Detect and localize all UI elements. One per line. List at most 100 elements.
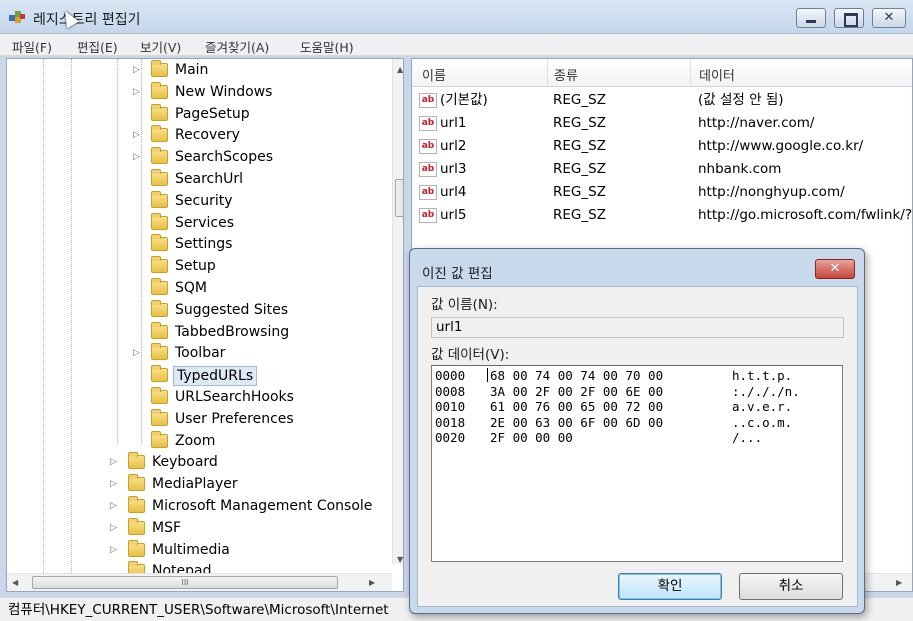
- value-data: nhbank.com: [698, 161, 782, 177]
- scroll-grip-icon: III: [181, 578, 189, 587]
- tree-item[interactable]: TabbedBrowsing: [7, 321, 387, 343]
- menu-file[interactable]: 파일(F): [12, 37, 52, 56]
- expand-arrow-icon[interactable]: ▷: [110, 539, 117, 561]
- expand-arrow-icon[interactable]: ▷: [110, 451, 117, 473]
- list-row[interactable]: ab url4 REG_SZ http://nonghyup.com/: [412, 181, 912, 204]
- tree-item-label: SearchUrl: [175, 171, 243, 187]
- tree-item-label: Suggested Sites: [175, 301, 289, 318]
- tree-item[interactable]: ▷ New Windows: [7, 81, 387, 103]
- menu-bar: 파일(F) 편집(E) 보기(V) 즐겨찾기(A) 도움말(H): [0, 34, 913, 56]
- tree-item[interactable]: ▷ Main: [7, 59, 387, 81]
- tree-item[interactable]: ▷ Keyboard: [7, 451, 387, 473]
- column-data[interactable]: 데이터: [699, 65, 735, 84]
- tree-item[interactable]: PageSetup: [7, 103, 387, 125]
- value-data: http://go.microsoft.com/fwlink/?: [698, 207, 912, 223]
- tree-item-label: Microsoft Management Console: [152, 498, 373, 514]
- tree-item[interactable]: ▷ Multimedia: [7, 539, 387, 561]
- hex-bytes: 2E 00 63 00 6F 00 6D 00: [490, 414, 664, 430]
- value-type: REG_SZ: [553, 92, 606, 108]
- tree-hscroll-thumb[interactable]: III: [32, 576, 338, 589]
- list-row[interactable]: ab url2 REG_SZ http://www.google.co.kr/: [412, 135, 912, 158]
- scroll-down-icon[interactable]: ▼: [397, 555, 403, 564]
- folder-icon: [151, 408, 168, 426]
- folder-icon: [151, 430, 168, 448]
- scroll-right-icon[interactable]: ▶: [896, 578, 902, 587]
- hex-editor[interactable]: 0000 68 00 74 00 74 00 70 00 h.t.t.p. 0008 3…: [431, 365, 843, 562]
- column-name[interactable]: 이름: [422, 65, 446, 84]
- tree-vertical-scrollbar[interactable]: ▲ ▼: [392, 59, 403, 564]
- tree-item[interactable]: SearchUrl: [7, 168, 387, 190]
- tree-item[interactable]: ▷ Toolbar: [7, 342, 387, 364]
- close-icon: ✕: [883, 10, 895, 25]
- tree-item-label: Security: [175, 192, 233, 209]
- tree-item-label: PageSetup: [175, 105, 250, 122]
- tree-item[interactable]: Services: [7, 212, 387, 234]
- scroll-up-icon[interactable]: ▲: [397, 65, 403, 74]
- menu-help[interactable]: 도움말(H): [300, 37, 354, 56]
- column-separator[interactable]: [690, 59, 691, 87]
- menu-edit[interactable]: 편집(E): [77, 37, 118, 56]
- tree-item[interactable]: Setup: [7, 255, 387, 277]
- tree-scroll-thumb[interactable]: [395, 179, 403, 217]
- menu-view[interactable]: 보기(V): [140, 37, 181, 56]
- minimize-button[interactable]: [796, 8, 826, 28]
- list-row[interactable]: ab url5 REG_SZ http://go.microsoft.com/fwli…: [412, 204, 912, 227]
- scroll-right-icon[interactable]: ▶: [369, 578, 375, 587]
- registry-tree[interactable]: ▷ Main ▷ New Windows PageSetup ▷ Recovery ▷ Sear…: [6, 58, 404, 592]
- tree-item[interactable]: ▷ SearchScopes: [7, 146, 387, 168]
- folder-icon: [151, 103, 168, 121]
- tree-item[interactable]: URLSearchHooks: [7, 386, 387, 408]
- expand-arrow-icon[interactable]: ▷: [133, 342, 140, 364]
- tree-item[interactable]: SQM: [7, 277, 387, 299]
- folder-icon: [151, 365, 168, 383]
- expand-arrow-icon[interactable]: ▷: [110, 473, 117, 495]
- list-row[interactable]: ab url3 REG_SZ nhbank.com: [412, 158, 912, 181]
- tree-item[interactable]: ▷ Microsoft Management Console: [7, 495, 387, 517]
- hex-offset: 0008: [435, 383, 466, 399]
- menu-favorites[interactable]: 즐겨찾기(A): [205, 37, 269, 56]
- tree-item-label: MediaPlayer: [152, 476, 238, 493]
- expand-arrow-icon[interactable]: ▷: [133, 59, 140, 81]
- tree-item[interactable]: ▷ MSF: [7, 517, 387, 539]
- list-row[interactable]: ab (기본값) REG_SZ (값 설정 안 됨): [412, 89, 912, 112]
- scroll-left-icon[interactable]: ◀: [12, 578, 18, 587]
- expand-arrow-icon[interactable]: ▷: [110, 517, 117, 539]
- list-row[interactable]: ab url1 REG_SZ http://naver.com/: [412, 112, 912, 135]
- ok-button[interactable]: 확인: [618, 573, 722, 600]
- hex-ascii: h.t.t.p.: [732, 368, 793, 383]
- dialog-close-button[interactable]: ✕: [815, 259, 855, 279]
- tree-item[interactable]: Zoom: [7, 430, 387, 452]
- tree-item[interactable]: Security: [7, 190, 387, 212]
- tree-item[interactable]: Suggested Sites: [7, 299, 387, 321]
- tree-item[interactable]: ▷ MediaPlayer: [7, 473, 387, 495]
- expand-arrow-icon[interactable]: ▷: [133, 124, 140, 146]
- column-separator[interactable]: [547, 59, 548, 87]
- tree-item[interactable]: Settings: [7, 233, 387, 255]
- cancel-button[interactable]: 취소: [739, 573, 843, 600]
- expand-arrow-icon[interactable]: ▷: [110, 495, 117, 517]
- maximize-button[interactable]: [834, 8, 864, 28]
- tree-item[interactable]: ▷ Recovery: [7, 124, 387, 146]
- value-data: http://www.google.co.kr/: [698, 138, 864, 154]
- tree-item[interactable]: User Preferences: [7, 408, 387, 430]
- expand-arrow-icon[interactable]: ▷: [133, 146, 140, 168]
- value-name: url4: [440, 184, 467, 200]
- value-name-label: 값 이름(N):: [431, 297, 498, 313]
- folder-icon: [151, 299, 168, 317]
- column-type[interactable]: 종류: [554, 65, 578, 84]
- hex-offset: 0018: [435, 414, 466, 430]
- value-data-label: 값 데이터(V):: [431, 347, 510, 363]
- tree-item-label: Zoom: [175, 432, 216, 449]
- expand-arrow-icon[interactable]: ▷: [133, 81, 140, 103]
- list-header: 이름 종류 데이터: [412, 59, 912, 87]
- string-value-icon: ab: [419, 162, 437, 177]
- close-button[interactable]: ✕: [872, 8, 906, 28]
- tree-item-label: Recovery: [175, 127, 240, 144]
- text-caret: [487, 368, 488, 382]
- status-path: 컴퓨터\HKEY_CURRENT_USER\Software\Microsoft…: [8, 602, 389, 618]
- registry-editor-icon: [9, 11, 25, 23]
- tree-item[interactable]: TypedURLs: [7, 364, 387, 387]
- tree-horizontal-scrollbar[interactable]: ◀ III ▶: [7, 573, 392, 591]
- tree-item-label: SQM: [175, 280, 207, 296]
- string-value-icon: ab: [419, 116, 437, 131]
